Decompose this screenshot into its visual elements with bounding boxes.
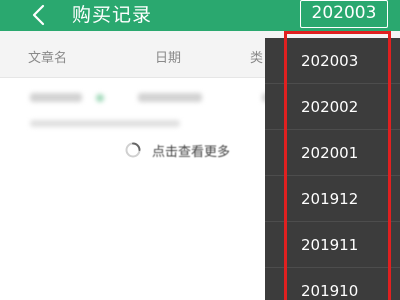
dropdown-option[interactable]: 201911	[265, 222, 400, 268]
dropdown-option[interactable]: 202001	[265, 130, 400, 176]
load-more-button[interactable]: 点击查看更多	[124, 140, 230, 160]
app-header: 购买记录 202003	[0, 0, 400, 31]
dropdown-option[interactable]: 201912	[265, 176, 400, 222]
month-dropdown-menu: 202003 202002 202001 201912 201911 20191…	[265, 38, 400, 300]
page-title: 购买记录	[72, 4, 153, 26]
load-more-label: 点击查看更多	[152, 144, 231, 160]
column-type: 类	[250, 51, 264, 66]
blurred-date	[138, 93, 202, 102]
dropdown-option[interactable]: 201910	[265, 268, 400, 300]
column-article-name: 文章名	[28, 51, 68, 66]
column-date: 日期	[155, 51, 182, 66]
spinner-icon	[125, 142, 141, 158]
chevron-left-icon[interactable]	[28, 3, 50, 27]
blurred-badge	[96, 94, 104, 102]
dropdown-option[interactable]: 202002	[265, 84, 400, 130]
blurred-subtext	[30, 120, 180, 127]
month-select[interactable]: 202003	[300, 0, 388, 28]
purchase-records-screen: 购买记录 202003 文章名 日期 类 点击查看更多 202003 20200…	[0, 0, 400, 300]
blurred-article-name	[30, 93, 82, 102]
dropdown-option[interactable]: 202003	[265, 38, 400, 84]
